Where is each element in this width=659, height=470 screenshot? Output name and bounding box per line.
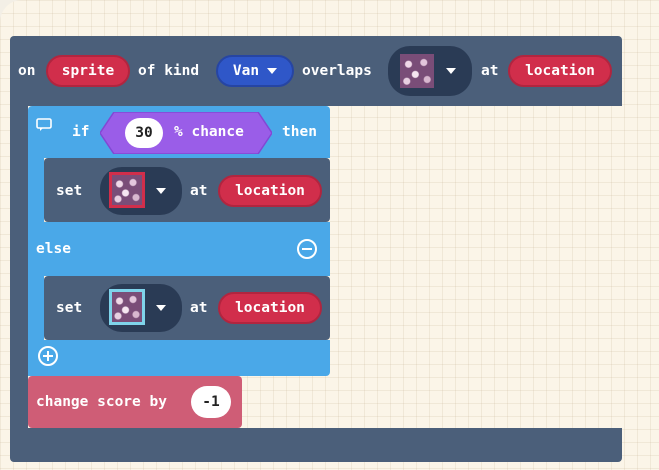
location-variable-pill-1[interactable]: location [218,175,322,207]
else-label: else [36,241,71,257]
comment-icon[interactable] [36,118,52,132]
plus-circle-icon[interactable] [38,346,58,366]
set-label-2: set [56,300,83,316]
kind-dropdown-value: Van [232,63,260,79]
location-variable-label-2: location [235,300,305,316]
at-label-1: at [190,183,208,199]
tile-image-icon [400,54,434,88]
chevron-down-icon [156,305,166,311]
chance-label: % chance [174,124,244,140]
tile-picker-2[interactable] [100,284,182,332]
chance-value: 30 [135,125,153,141]
kind-dropdown[interactable]: Van [216,55,294,87]
tile-picker-1[interactable] [100,167,182,215]
location-variable-pill[interactable]: location [508,55,612,87]
overlaps-label: overlaps [302,63,372,79]
then-label: then [282,124,317,140]
location-variable-label-1: location [235,183,305,199]
set-label-1: set [56,183,83,199]
else-section [28,222,330,276]
on-label: on [18,63,36,79]
score-value-input[interactable]: -1 [191,386,231,418]
location-variable-label: location [525,63,595,79]
at-label: at [481,63,499,79]
minus-circle-icon[interactable] [297,239,317,259]
tile-image-icon [112,292,142,322]
on-overlaps-block-footer [10,428,622,462]
sprite-variable-pill[interactable]: sprite [46,55,130,87]
chance-value-input[interactable]: 30 [125,118,163,148]
if-label: if [72,124,90,140]
of-kind-label: of kind [138,63,200,79]
chevron-down-icon [446,68,456,74]
tile-picker-dropdown[interactable] [388,46,472,96]
at-label-2: at [190,300,208,316]
location-variable-pill-2[interactable]: location [218,292,322,324]
change-score-label: change score by [36,394,167,410]
chevron-down-icon [267,68,278,74]
if-else-block-footer [28,340,330,376]
on-overlaps-block-arm [10,100,28,428]
chevron-down-icon [156,188,166,194]
sprite-variable-label: sprite [61,63,115,79]
score-value: -1 [202,394,220,410]
tile-image-icon [112,175,142,205]
